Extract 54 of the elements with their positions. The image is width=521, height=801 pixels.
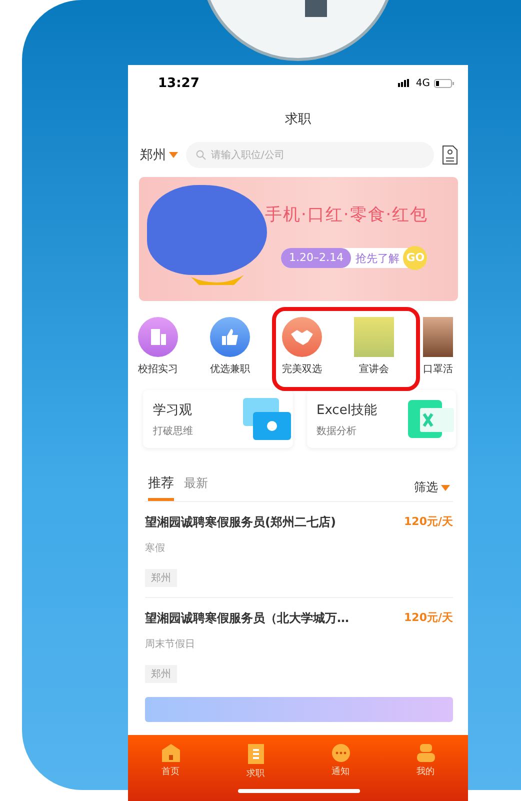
job-title: 望湘园诚聘寒假服务员(郑州二七店) <box>145 514 336 531</box>
job-salary: 120元/天 <box>404 514 453 530</box>
job-listing[interactable]: 望湘园诚聘寒假服务员(郑州二七店) 120元/天 寒假 郑州 <box>145 501 453 597</box>
shortcut-label: 校招实习 <box>138 362 178 376</box>
job-period: 寒假 <box>145 542 166 555</box>
resume-icon[interactable] <box>442 145 458 165</box>
status-time: 13:27 <box>158 76 200 90</box>
spreadsheet-icon <box>408 399 456 439</box>
shortcut-item[interactable]: 优选兼职 <box>207 317 253 376</box>
tv-play-icon <box>240 397 292 441</box>
course-title: 学习观 <box>153 402 193 418</box>
thumbs-up-icon <box>210 317 250 357</box>
caret-icon <box>169 152 178 158</box>
shortcut-label: 口罩活 <box>423 363 453 376</box>
photo-placeholder <box>354 317 394 357</box>
shortcut-item[interactable]: 完美双选 <box>279 317 325 376</box>
banner-link: 抢先了解 <box>354 250 400 266</box>
handshake-icon <box>282 317 322 357</box>
course-card[interactable]: 学习观 打破思维 <box>143 390 292 448</box>
banner-dates: 1.20–2.14 <box>281 248 352 268</box>
job-salary: 120元/天 <box>404 610 453 626</box>
page-title: 求职 <box>284 111 312 129</box>
shortcut-label: 完美双选 <box>282 362 322 376</box>
course-card[interactable]: Excel技能 数据分析 <box>306 390 456 448</box>
building-icon <box>138 317 178 357</box>
shortcut-label: 优选兼职 <box>210 362 250 376</box>
person-icon <box>416 743 436 763</box>
location-tag: 郑州 <box>145 665 177 683</box>
filter-button[interactable]: 筛选 <box>408 478 456 497</box>
feed-tab[interactable]: 推荐 <box>148 474 174 501</box>
course-subtitle: 打破思维 <box>153 424 193 438</box>
job-title: 望湘园诚聘寒假服务员（北大学城万… <box>145 610 349 627</box>
battery-icon <box>434 78 454 88</box>
feed-tab[interactable]: 最新 <box>184 474 208 500</box>
job-period: 周末节假日 <box>145 638 196 651</box>
search-icon <box>196 150 206 160</box>
shortcut-item[interactable]: 宣讲会 <box>351 317 397 376</box>
go-badge: GO <box>403 246 428 270</box>
photo-placeholder <box>423 317 453 357</box>
job-listing[interactable]: 望湘园诚聘寒假服务员（北大学城万… 120元/天 周末节假日 郑州 <box>145 597 453 693</box>
caret-icon <box>441 484 450 490</box>
city-selector[interactable]: 郑州 <box>140 146 178 164</box>
location-tag: 郑州 <box>145 569 177 587</box>
course-title: Excel技能 <box>316 402 377 418</box>
shortcut-item[interactable]: 口罩活 <box>423 317 453 376</box>
home-icon <box>160 743 180 763</box>
course-subtitle: 数据分析 <box>316 424 358 438</box>
banner-headline: 手机·口红·零食·红包 <box>265 204 428 226</box>
chat-bubble-icon <box>330 743 350 763</box>
signal-icon <box>398 79 412 87</box>
shortcut-item[interactable]: 校招实习 <box>135 317 181 376</box>
promo-banner[interactable]: 手机·口红·零食·红包 1.20–2.14 抢先了解 GO <box>139 177 458 301</box>
network-label: 4G <box>416 78 430 88</box>
shortcut-label: 宣讲会 <box>359 362 389 376</box>
